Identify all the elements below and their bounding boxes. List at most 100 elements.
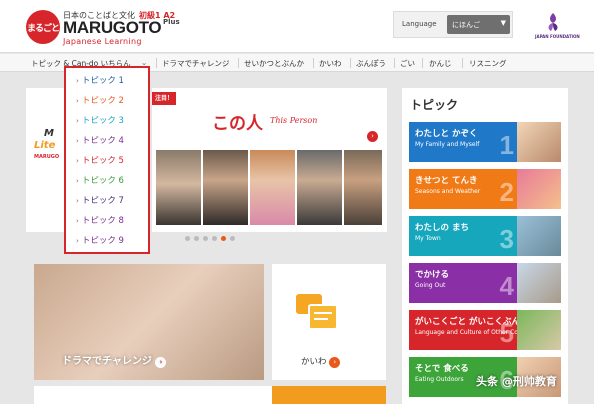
topic-card-2[interactable]: きせつと てんき Seasons and Weather 2 — [409, 169, 561, 209]
dropdown-item-label: トピック 5 — [81, 156, 124, 166]
marugoto-logo[interactable]: まるごと — [26, 10, 60, 44]
topic-number: 4 — [499, 271, 514, 301]
topic-photo — [517, 122, 561, 162]
carousel-dot[interactable] — [212, 236, 217, 241]
dropdown-item-label: トピック 6 — [81, 176, 124, 186]
nav-divider — [238, 58, 239, 68]
topic-card-4[interactable]: でかける Going Out 4 — [409, 263, 561, 303]
carousel-dots — [185, 236, 235, 241]
nav-item-vocab[interactable]: ごい — [400, 58, 415, 69]
person-photo — [250, 150, 295, 225]
foundation-name: JAPAN FOUNDATION — [535, 34, 580, 39]
language-label: Language — [402, 20, 437, 28]
carousel-dot[interactable] — [185, 236, 190, 241]
arrow-right-icon: › — [76, 197, 79, 205]
carousel-dot-active[interactable] — [221, 236, 226, 241]
dropdown-item-label: トピック 7 — [81, 196, 124, 206]
mini-logo-line1: M — [44, 128, 54, 139]
arrow-right-icon: › — [76, 177, 79, 185]
language-select[interactable]: にほんご ▼ — [447, 15, 510, 34]
kaiwa-label-text: かいわ — [301, 357, 327, 367]
carousel-dot[interactable] — [230, 236, 235, 241]
dropdown-item-topic-8[interactable]: › トピック 8 — [76, 214, 124, 226]
person-photo — [156, 150, 201, 225]
topic-card-color: がいこくごと がいこくぶんか Language and Culture of O… — [409, 310, 539, 350]
nav-item-grammar[interactable]: ぶんぽう — [356, 58, 386, 69]
dropdown-item-topic-5[interactable]: › トピック 5 — [76, 154, 124, 166]
featured-badge: 注目！ — [152, 92, 176, 105]
topic-title-jp: でかける — [415, 270, 450, 280]
topic-number: 3 — [499, 224, 514, 254]
foundation-mark-icon — [548, 13, 558, 31]
topic-title-jp: そとで 食べる — [415, 364, 469, 374]
topic-panel-heading: トピック — [410, 98, 459, 112]
dropdown-item-topic-2[interactable]: › トピック 2 — [76, 94, 124, 106]
chevron-down-icon: ▼ — [500, 19, 506, 27]
arrow-right-icon: › — [76, 237, 79, 245]
topic-title-jp: わたしと かぞく — [415, 129, 478, 139]
arrow-right-icon: › — [76, 217, 79, 225]
topic-card-color: わたしと かぞく My Family and Myself 1 — [409, 122, 517, 162]
topic-title-en: Eating Outdoors — [415, 376, 464, 383]
topic-title-en: Going Out — [415, 282, 446, 289]
nav-item-drama[interactable]: ドラマでチャレンジ — [162, 58, 229, 69]
japan-foundation-logo[interactable]: JAPAN FOUNDATION — [535, 13, 580, 43]
mini-logo-line3: MARUGO — [34, 154, 60, 160]
topic-number: 1 — [499, 130, 514, 160]
bubble-line — [314, 312, 332, 314]
kaiwa-tile-label[interactable]: かいわ › — [301, 355, 341, 368]
nav-item-kaiwa[interactable]: かいわ — [319, 58, 342, 69]
dropdown-item-topic-4[interactable]: › トピック 4 — [76, 134, 124, 146]
topic-title-en: Seasons and Weather — [415, 188, 481, 195]
nav-item-listening[interactable]: リスニング — [469, 58, 507, 69]
dropdown-item-topic-9[interactable]: › トピック 9 — [76, 234, 124, 246]
drama-label-text: ドラマでチャレンジ — [62, 356, 152, 367]
topic-photo — [517, 216, 561, 256]
topic-title-en: My Family and Myself — [415, 141, 480, 148]
mini-logo-line2: Lite — [34, 140, 56, 151]
person-photo — [297, 150, 342, 225]
topic-card-5[interactable]: がいこくごと がいこくぶんか Language and Culture of O… — [409, 310, 561, 350]
arrow-right-icon: › — [76, 117, 79, 125]
topic-card-color: きせつと てんき Seasons and Weather 2 — [409, 169, 517, 209]
arrow-right-icon: › — [76, 137, 79, 145]
brand-plus: Plus — [163, 18, 180, 26]
dropdown-item-label: トピック 9 — [81, 236, 124, 246]
banner-arrow-icon[interactable]: › — [367, 131, 378, 142]
dropdown-item-topic-1[interactable]: › トピック 1 — [76, 74, 124, 86]
topic-card-color: わたしの まち My Town 3 — [409, 216, 517, 256]
person-photo — [203, 150, 248, 225]
topic-number: 5 — [499, 318, 514, 348]
banner-title-en: This Person — [270, 116, 318, 125]
nav-divider — [394, 58, 395, 68]
nav-item-life-culture[interactable]: せいかつとぶんか — [244, 58, 304, 69]
dropdown-item-topic-3[interactable]: › トピック 3 — [76, 114, 124, 126]
drama-tile-label[interactable]: ドラマでチャレンジ › — [62, 352, 167, 368]
dropdown-item-label: トピック 8 — [81, 216, 124, 226]
topic-photo — [517, 310, 561, 350]
dropdown-item-label: トピック 3 — [81, 116, 124, 126]
person-photo — [344, 150, 382, 225]
banner-title-jp: この人 — [212, 114, 263, 134]
watermark-text: 头条 @刑帅教育 — [476, 375, 557, 388]
topic-number: 2 — [499, 177, 514, 207]
topic-title-en: My Town — [415, 235, 441, 242]
carousel-dot[interactable] — [203, 236, 208, 241]
topic-title-jp: わたしの まち — [415, 223, 469, 233]
carousel-dot[interactable] — [194, 236, 199, 241]
bottom-orange-tile[interactable] — [272, 386, 386, 404]
nav-item-kanji[interactable]: かんじ — [429, 58, 452, 69]
arrow-right-icon: › — [76, 157, 79, 165]
topic-card-1[interactable]: わたしと かぞく My Family and Myself 1 — [409, 122, 561, 162]
dropdown-item-topic-6[interactable]: › トピック 6 — [76, 174, 124, 186]
bubble-line — [314, 318, 328, 320]
topic-photo — [517, 263, 561, 303]
dropdown-item-label: トピック 2 — [81, 96, 124, 106]
nav-divider — [313, 58, 314, 68]
topic-card-3[interactable]: わたしの まち My Town 3 — [409, 216, 561, 256]
topic-photo — [517, 169, 561, 209]
topic-card-color: でかける Going Out 4 — [409, 263, 517, 303]
arrow-right-icon: › — [155, 357, 167, 368]
dropdown-item-topic-7[interactable]: › トピック 7 — [76, 194, 124, 206]
brand-name[interactable]: MARUGOTO — [63, 18, 162, 38]
